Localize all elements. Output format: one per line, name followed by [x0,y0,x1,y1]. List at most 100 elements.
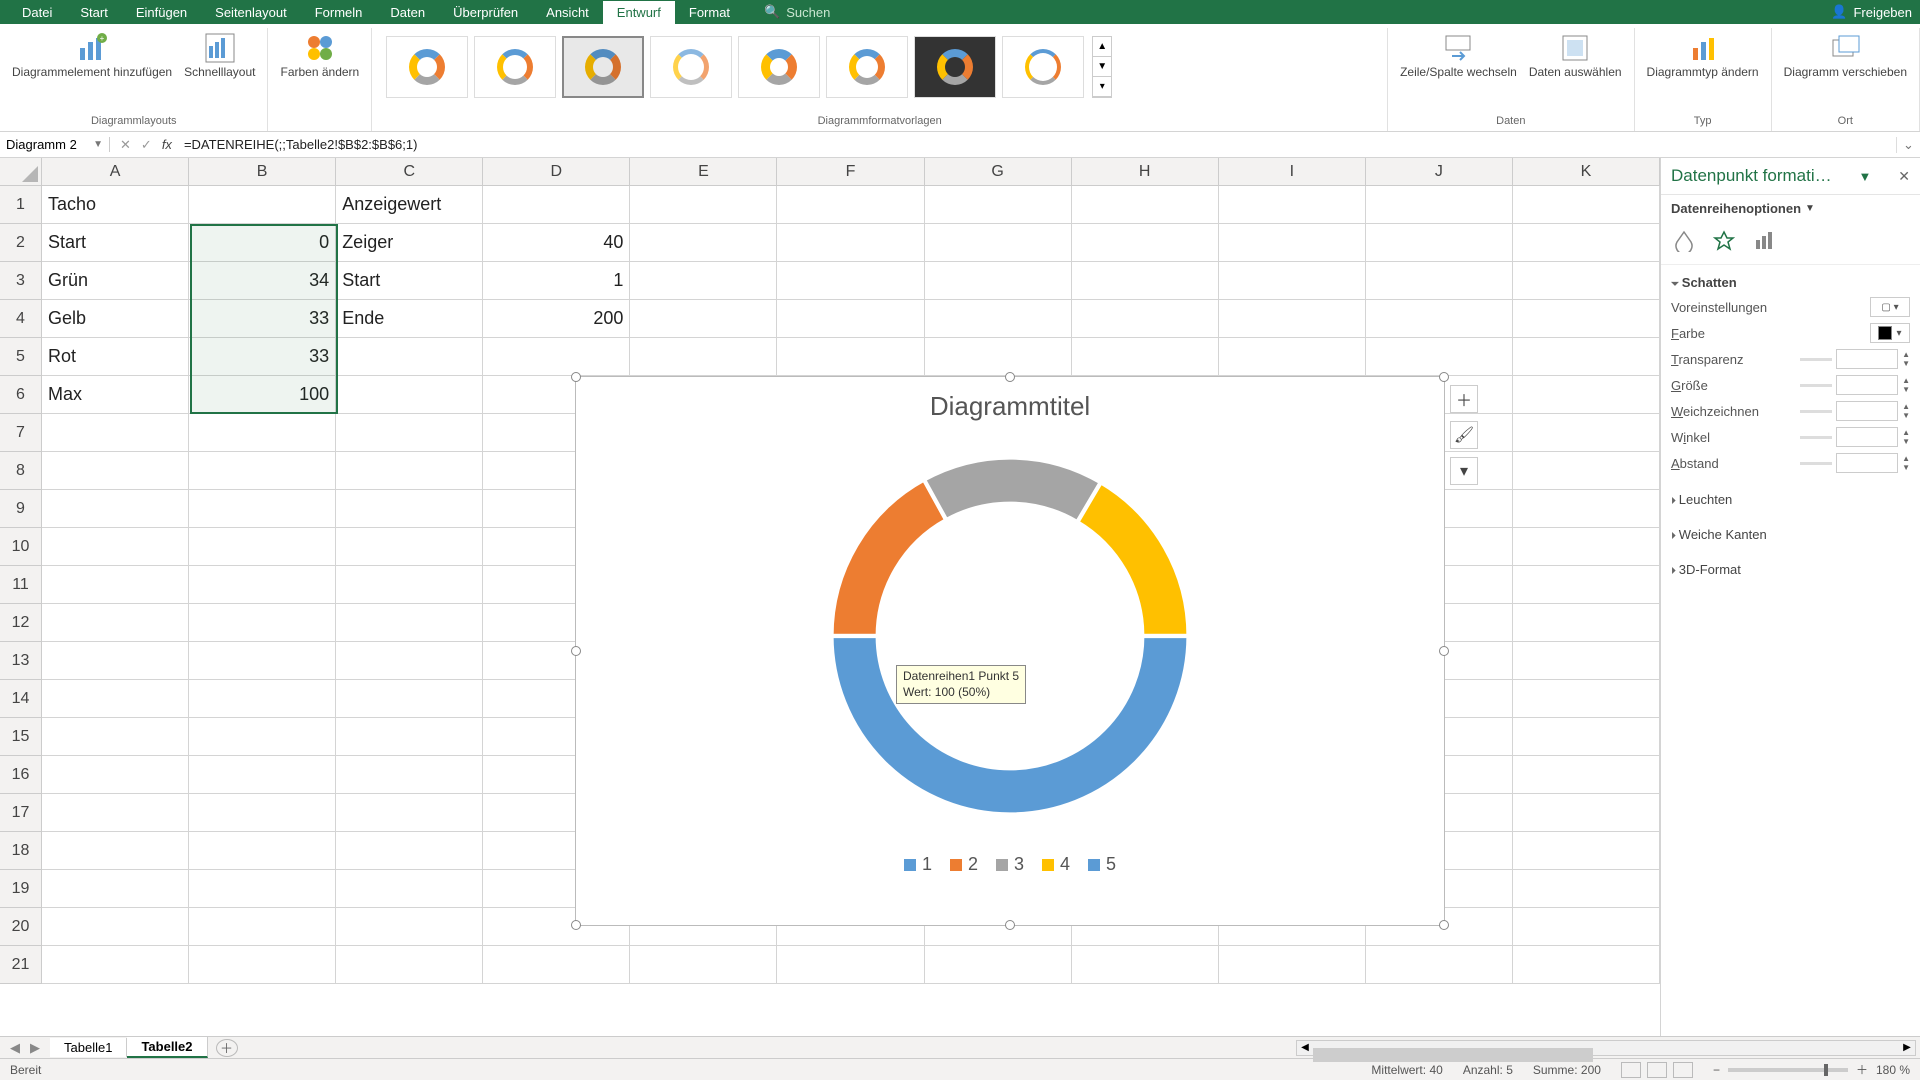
shadow-angle-input[interactable] [1836,427,1898,447]
column-header-H[interactable]: H [1072,158,1219,186]
sheet-tab-tabelle1[interactable]: Tabelle1 [50,1038,127,1057]
cell-C3[interactable]: Start [336,262,483,300]
cell-B18[interactable] [189,832,336,870]
chart-style-4[interactable] [650,36,732,98]
sheet-nav-prev[interactable]: ◀ [10,1040,20,1056]
cell-B13[interactable] [189,642,336,680]
cell-D2[interactable]: 40 [483,224,630,262]
select-data-button[interactable]: Daten auswählen [1525,30,1626,81]
cell-C14[interactable] [336,680,483,718]
cell-K16[interactable] [1513,756,1660,794]
cell-E3[interactable] [630,262,777,300]
cell-F3[interactable] [777,262,924,300]
cell-F5[interactable] [777,338,924,376]
donut-slice-2[interactable] [832,480,947,636]
cell-B20[interactable] [189,908,336,946]
cell-A2[interactable]: Start [42,224,189,262]
cell-A6[interactable]: Max [42,376,189,414]
shadow-blur-input[interactable] [1836,401,1898,421]
cell-G21[interactable] [925,946,1072,984]
cell-F1[interactable] [777,186,924,224]
hscroll-thumb[interactable] [1313,1048,1593,1062]
cell-D5[interactable] [483,338,630,376]
row-header-8[interactable]: 8 [0,452,42,490]
cell-A5[interactable]: Rot [42,338,189,376]
cell-K6[interactable] [1513,376,1660,414]
switch-row-column-button[interactable]: Zeile/Spalte wechseln [1396,30,1521,81]
cell-G4[interactable] [925,300,1072,338]
style-gallery-down[interactable]: ▼ [1093,57,1111,77]
cell-B2[interactable]: 0 [189,224,336,262]
shadow-section-header[interactable]: Schatten [1671,271,1910,294]
shadow-angle-slider[interactable] [1800,436,1832,439]
cell-K18[interactable] [1513,832,1660,870]
cell-B12[interactable] [189,604,336,642]
confirm-formula-button[interactable]: ✓ [141,137,152,153]
column-header-K[interactable]: K [1513,158,1660,186]
column-header-G[interactable]: G [925,158,1072,186]
zoom-slider[interactable] [1728,1068,1848,1072]
cell-E1[interactable] [630,186,777,224]
cell-C11[interactable] [336,566,483,604]
cell-H2[interactable] [1072,224,1219,262]
cell-K2[interactable] [1513,224,1660,262]
cell-B14[interactable] [189,680,336,718]
taskpane-subtitle[interactable]: Datenreihenoptionen▼ [1661,195,1920,222]
cell-K11[interactable] [1513,566,1660,604]
chart-object[interactable]: Diagrammtitel 12345 Datenreihen1 Punkt 5… [575,376,1445,926]
cell-B8[interactable] [189,452,336,490]
cell-C13[interactable] [336,642,483,680]
cell-K21[interactable] [1513,946,1660,984]
cell-J2[interactable] [1366,224,1513,262]
shadow-distance-slider[interactable] [1800,462,1832,465]
cell-K9[interactable] [1513,490,1660,528]
cell-A7[interactable] [42,414,189,452]
shadow-blur-slider[interactable] [1800,410,1832,413]
formula-expand-button[interactable]: ⌄ [1896,137,1920,153]
cell-G3[interactable] [925,262,1072,300]
tab-ansicht[interactable]: Ansicht [532,1,603,24]
cell-J4[interactable] [1366,300,1513,338]
sheet-tab-tabelle2[interactable]: Tabelle2 [127,1037,207,1058]
cell-B9[interactable] [189,490,336,528]
row-header-15[interactable]: 15 [0,718,42,756]
cell-H1[interactable] [1072,186,1219,224]
chart-handle-tl[interactable] [571,372,581,382]
cell-G2[interactable] [925,224,1072,262]
cell-K3[interactable] [1513,262,1660,300]
tab-seitenlayout[interactable]: Seitenlayout [201,1,301,24]
cell-D3[interactable]: 1 [483,262,630,300]
view-page-layout[interactable] [1647,1062,1667,1078]
move-chart-button[interactable]: Diagramm verschieben [1780,30,1911,81]
shadow-size-slider[interactable] [1800,384,1832,387]
row-header-10[interactable]: 10 [0,528,42,566]
column-header-B[interactable]: B [189,158,336,186]
tab-datei[interactable]: Datei [8,1,66,24]
fill-line-tab[interactable] [1671,228,1697,254]
row-header-4[interactable]: 4 [0,300,42,338]
cell-K8[interactable] [1513,452,1660,490]
row-header-18[interactable]: 18 [0,832,42,870]
cancel-formula-button[interactable]: ✕ [120,137,131,153]
cell-I21[interactable] [1219,946,1366,984]
cell-F4[interactable] [777,300,924,338]
shadow-presets-button[interactable]: ▢ ▾ [1870,297,1910,317]
chart-handle-tm[interactable] [1005,372,1015,382]
hscroll-left[interactable]: ◀ [1297,1042,1313,1053]
cell-D4[interactable]: 200 [483,300,630,338]
shadow-color-button[interactable]: ▾ [1870,323,1910,343]
cell-B21[interactable] [189,946,336,984]
cell-K17[interactable] [1513,794,1660,832]
glow-section-header[interactable]: Leuchten [1671,488,1910,511]
tell-me-search[interactable]: 🔍 Suchen [764,4,830,20]
row-header-2[interactable]: 2 [0,224,42,262]
cell-C16[interactable] [336,756,483,794]
cell-A1[interactable]: Tacho [42,186,189,224]
row-header-21[interactable]: 21 [0,946,42,984]
change-chart-type-button[interactable]: Diagrammtyp ändern [1643,30,1763,81]
style-gallery-more[interactable]: ▾ [1093,77,1111,97]
cell-J5[interactable] [1366,338,1513,376]
chart-style-2[interactable] [474,36,556,98]
add-sheet-button[interactable]: ＋ [216,1039,238,1057]
cell-K13[interactable] [1513,642,1660,680]
